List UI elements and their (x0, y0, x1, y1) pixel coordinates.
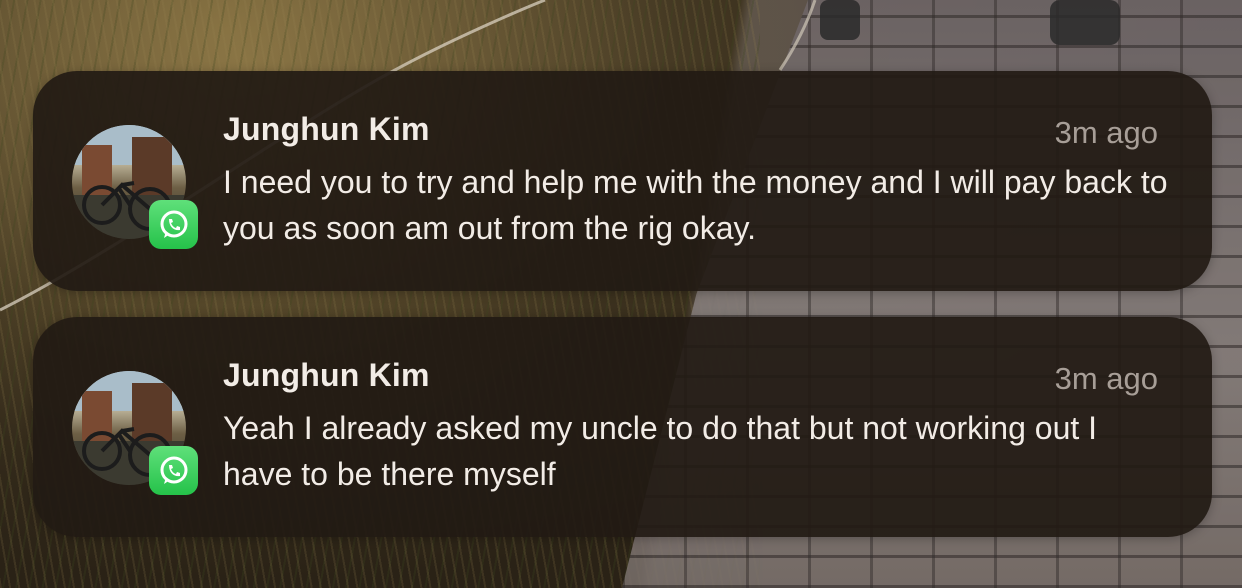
contact-avatar (72, 125, 198, 249)
notification-card[interactable]: Junghun Kim 3m ago I need you to try and… (33, 71, 1212, 291)
message-text: I need you to try and help me with the m… (223, 164, 1168, 246)
message-text: Yeah I already asked my uncle to do that… (223, 410, 1098, 492)
timestamp: 3m ago (1054, 115, 1158, 150)
sender-name: Junghun Kim (223, 357, 430, 393)
whatsapp-icon (149, 446, 198, 495)
contact-avatar (72, 371, 198, 495)
lock-screen: Junghun Kim 3m ago I need you to try and… (0, 0, 1242, 588)
notification-card[interactable]: Junghun Kim 3m ago Yeah I already asked … (33, 317, 1212, 537)
timestamp: 3m ago (1054, 361, 1158, 396)
whatsapp-icon (149, 200, 198, 249)
sender-name: Junghun Kim (223, 111, 430, 147)
